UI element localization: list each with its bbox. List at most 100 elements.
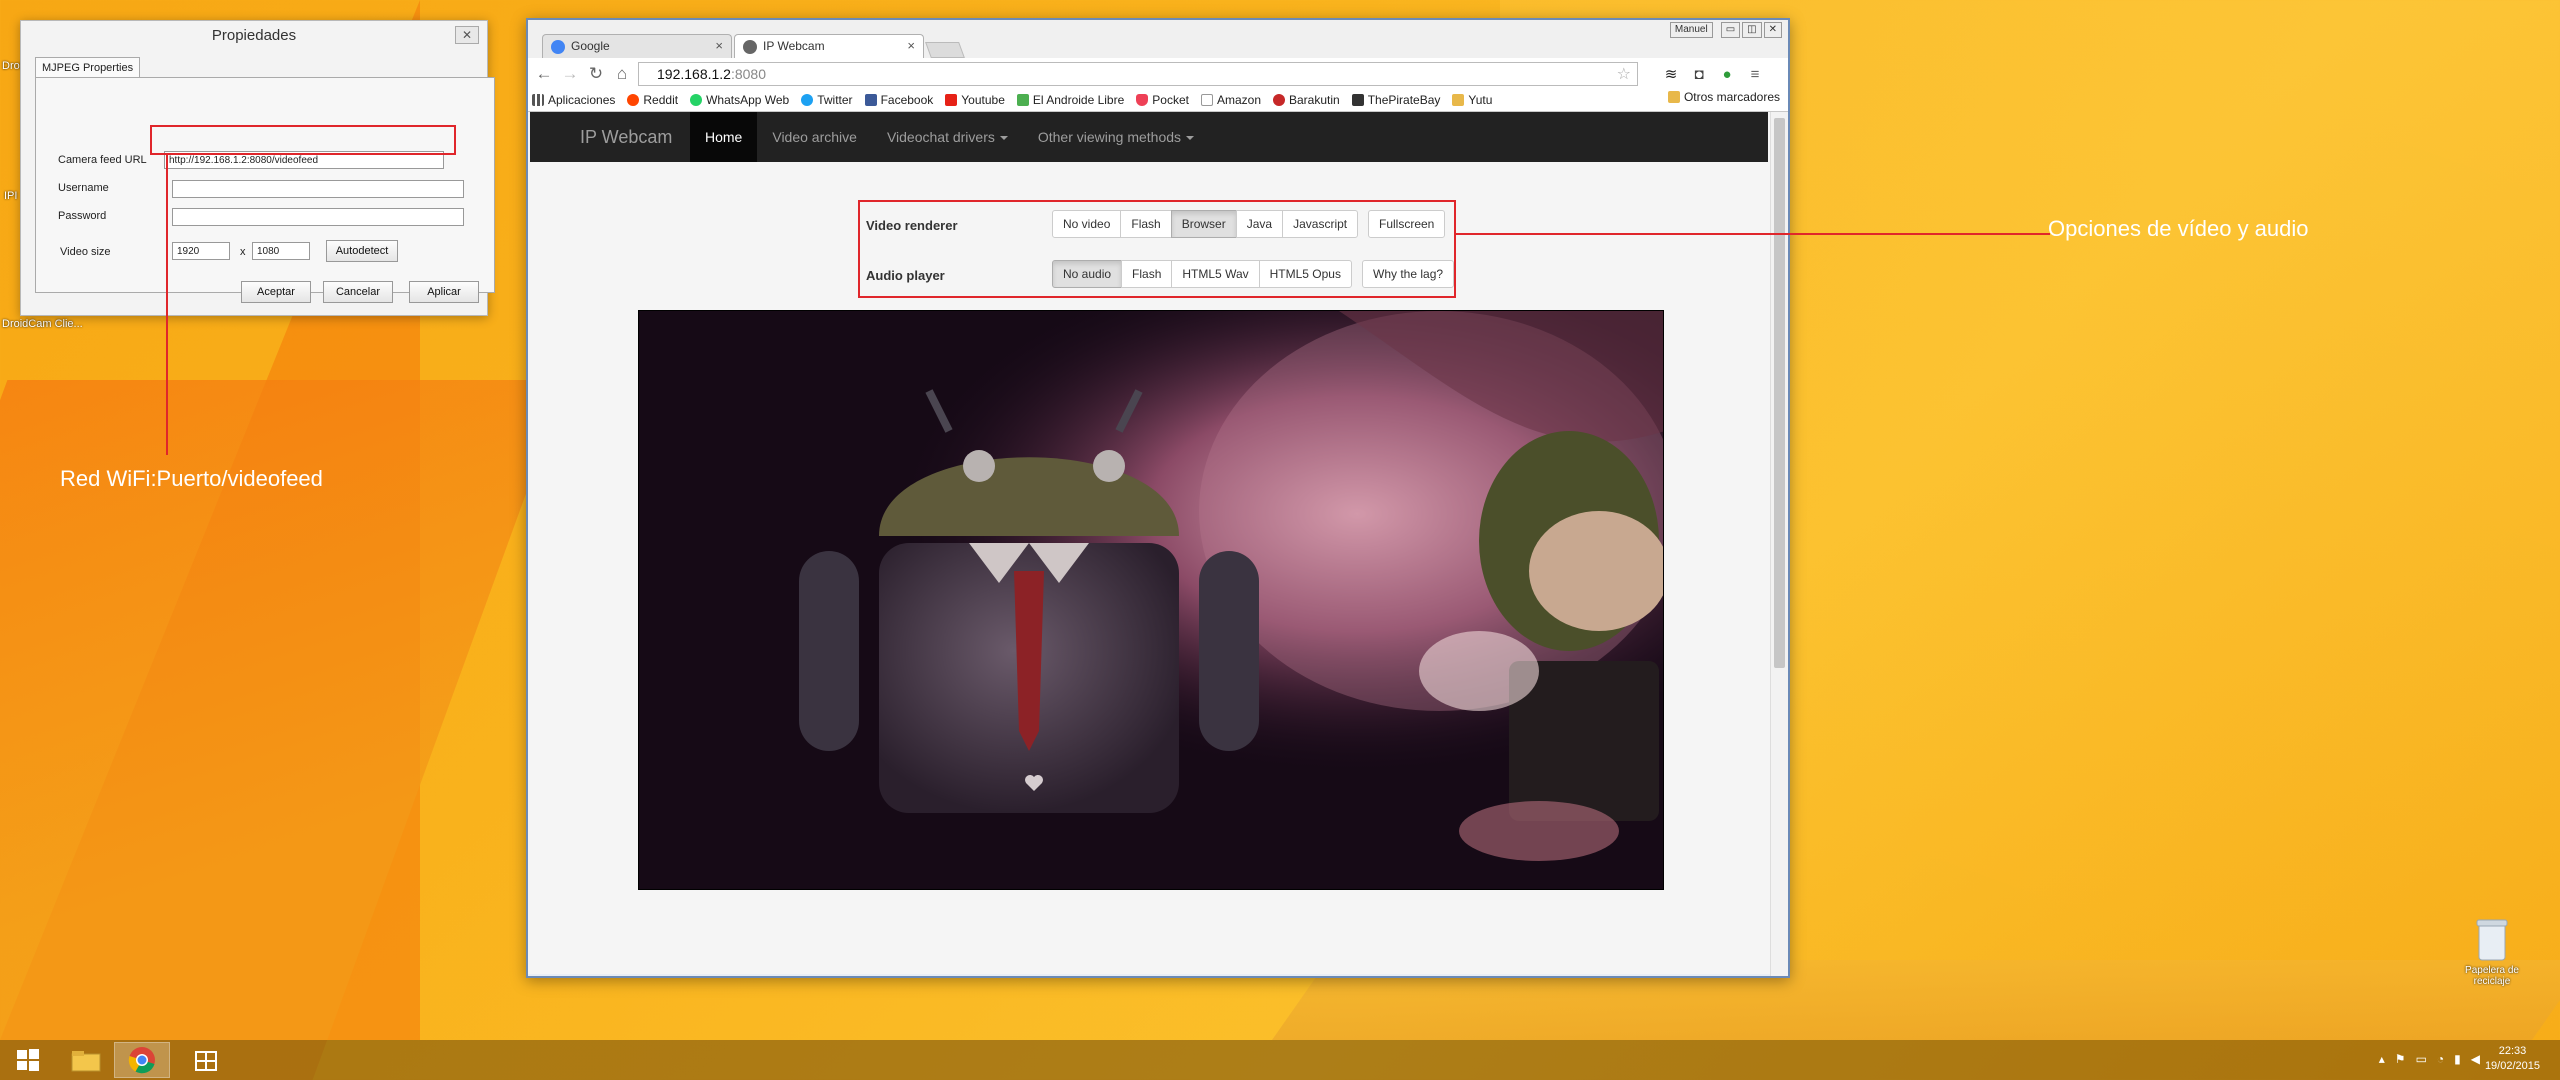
buffer-icon[interactable]: ≋ [1662,66,1680,84]
site-nav: Home Video archive Videochat drivers Oth… [690,112,1209,162]
nav-other-viewing-methods[interactable]: Other viewing methods [1023,112,1209,162]
extension-icon[interactable]: ● [1718,66,1736,84]
vertical-scrollbar[interactable] [1770,112,1788,976]
recycle-bin-label: Papelera de reciclaje [2465,965,2519,987]
wifi-icon[interactable]: ◔ [2437,1052,2444,1066]
close-icon[interactable]: × [907,38,915,53]
annotation-connector [166,155,168,455]
pirate-icon [1351,94,1364,106]
nav-home[interactable]: Home [690,112,758,162]
bookmark-youtube[interactable]: Youtube [945,93,1005,107]
facebook-icon [864,94,877,106]
menu-icon[interactable]: ≡ [1746,66,1764,84]
windows-icon [17,1049,39,1071]
ok-button[interactable]: Aceptar [241,281,311,303]
video-size-label: Video size [60,246,111,258]
bookmark-whatsapp[interactable]: WhatsApp Web [690,93,789,107]
new-tab-button[interactable] [925,42,965,58]
recycle-bin[interactable]: Papelera de reciclaje [2452,918,2532,987]
app-icon [195,1051,217,1071]
youtube-icon [945,94,958,106]
close-icon[interactable]: × [715,38,723,53]
volume-icon[interactable]: ◀ [2471,1052,2480,1066]
bookmark-el-androide-libre[interactable]: El Androide Libre [1016,93,1125,107]
bookmark-reddit[interactable]: Reddit [627,93,678,107]
video-height-input[interactable] [252,242,310,260]
nav-videochat-drivers[interactable]: Videochat drivers [872,112,1023,162]
tab-title: IP Webcam [763,39,825,53]
taskbar-chrome[interactable] [114,1042,170,1078]
bookmark-label: Barakutin [1289,93,1340,107]
clock-date: 19/02/2015 [2484,1060,2540,1072]
tab-strip: Google × IP Webcam × Manuel ▭ ◫ ✕ [528,20,1788,58]
address-bar[interactable]: 192.168.1.2:8080 ☆ [638,62,1638,86]
tab-google[interactable]: Google × [542,34,732,58]
tab-mjpeg-properties[interactable]: MJPEG Properties [35,57,141,78]
reddit-icon [627,94,640,106]
forward-icon[interactable]: → [560,64,580,84]
profile-button[interactable]: Manuel [1669,22,1713,38]
apply-button[interactable]: Aplicar [409,281,479,303]
bookmark-barakutin[interactable]: Barakutin [1273,93,1340,107]
site-brand[interactable]: IP Webcam [580,112,672,162]
pocket-icon [1136,94,1149,106]
tray-chevron-icon[interactable]: ▴ [2379,1052,2385,1066]
url-port: :8080 [730,66,767,82]
minimize-icon[interactable]: ▭ [1720,22,1741,38]
bookmark-amazon[interactable]: Amazon [1200,93,1261,107]
video-feed [638,310,1664,890]
size-separator: x [240,246,246,258]
dialog-title-text: Propiedades [211,27,297,44]
bookmark-pocket[interactable]: Pocket [1136,93,1189,107]
back-icon[interactable]: ← [534,64,554,84]
caret-down-icon [999,136,1008,141]
dialog-tabs: MJPEG Properties [35,57,141,78]
cancel-button[interactable]: Cancelar [323,281,393,303]
taskbar-clock[interactable]: 22:33 19/02/2015 [2485,1044,2540,1074]
nav-label: Videochat drivers [886,129,995,145]
annotation-label-right: Opciones de vídeo y audio [2048,216,2309,241]
password-label: Password [58,210,107,222]
restore-icon[interactable]: ◫ [1742,22,1762,38]
bookmark-facebook[interactable]: Facebook [864,93,933,107]
close-icon[interactable]: ✕ [455,26,479,44]
bookmark-label: El Androide Libre [1032,93,1125,107]
bookmark-yutu[interactable]: Yutu [1452,93,1492,107]
home-icon[interactable]: ⌂ [612,64,632,84]
username-input[interactable] [172,180,464,198]
annotation-label-left: Red WiFi:Puerto/videofeed [60,466,323,491]
scrollbar-thumb[interactable] [1774,118,1785,668]
taskbar-app[interactable] [178,1042,234,1078]
autodetect-button[interactable]: Autodetect [326,240,398,262]
other-bookmarks[interactable]: Otros marcadores [1667,90,1780,104]
bookmark-aplicaciones[interactable]: Aplicaciones [532,93,615,107]
folder-icon [1452,94,1465,106]
start-button[interactable] [0,1042,56,1078]
battery-icon[interactable]: ▮ [2454,1052,2461,1066]
tab-ip-webcam[interactable]: IP Webcam × [734,34,924,58]
desktop-icon-label[interactable]: DroidCam Clie... [2,318,83,330]
bookmark-label: Reddit [643,93,679,107]
flag-icon[interactable]: ⚑ [2395,1052,2406,1066]
bookmark-label: Pocket [1152,93,1189,107]
android-icon [1016,94,1029,106]
dialog-title: Propiedades ✕ [21,21,487,51]
pocket-icon[interactable]: ◘ [1690,66,1708,84]
close-icon[interactable]: ✕ [1763,22,1782,38]
bookmark-label: ThePirateBay [1367,93,1441,107]
desktop-icon-label[interactable]: IPI [4,190,17,202]
nav-label: Other viewing methods [1037,129,1182,145]
taskbar-explorer[interactable] [58,1042,114,1078]
bookmark-twitter[interactable]: Twitter [801,93,853,107]
star-icon[interactable]: ☆ [1617,64,1631,84]
annotation-highlight-options [858,200,1456,298]
nav-video-archive[interactable]: Video archive [757,112,872,162]
video-width-input[interactable] [172,242,230,260]
reload-icon[interactable]: ↻ [586,64,606,84]
other-bookmarks-label: Otros marcadores [1683,90,1780,104]
monitor-icon[interactable]: ▭ [2416,1052,2427,1066]
bookmark-thepiratebay[interactable]: ThePirateBay [1351,93,1441,107]
username-label: Username [58,182,109,194]
barakutin-icon [1273,94,1285,106]
password-input[interactable] [172,208,464,226]
